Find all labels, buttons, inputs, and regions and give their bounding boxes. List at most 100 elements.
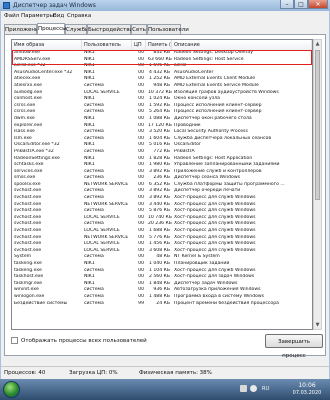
header-description[interactable]: Описание [172,40,312,50]
cell-description: Диспетчер очереди печати [174,188,241,194]
cell-image-name: Бездействие системы [14,300,68,306]
table-row[interactable]: csrss.exe система 00 5 264 КБ Процесс исполн… [12,109,312,116]
cell-description: Проводник [174,122,201,128]
cell-memory: 24 КБ [156,300,170,306]
process-list[interactable]: Имя образа Пользователь ЦП Память (... О… [11,39,313,330]
table-row[interactable]: AsusAudioCenter.exe *32 NIK1 00 4 432 КБ Asu… [12,70,312,77]
table-row[interactable]: RadeonSettings.exe NIK1 00 1 828 КБ Radeon S… [12,156,312,163]
tab-performance[interactable]: Быстродействие [87,24,136,34]
table-row[interactable]: audiodg.exe LOCAL SERVICE 00 10 372 КБ Изоля… [12,90,312,97]
minimize-button[interactable]: – [280,0,294,9]
table-row[interactable]: Бездействие системы система 99 24 КБ Процент… [12,301,312,308]
show-all-users-checkbox[interactable] [11,337,18,344]
table-row[interactable]: taskmgr.exe NIK1 00 1 848 КБ Диспетчер задач… [12,281,312,288]
menu-view[interactable]: Вид [53,11,64,21]
scroll-down-icon[interactable]: ▼ [314,321,321,329]
cell-description: Radeon Settings: Desktop Overlay [174,50,253,55]
table-row[interactable]: atiecex.exe NIK1 00 1 252 КБ AMD External Ev… [12,76,312,83]
volume-icon[interactable] [250,385,257,392]
cell-description: Хост-процесс для задач Windows [174,274,255,280]
cell-description: Процент времени бездействия процессора [174,300,279,306]
table-row[interactable]: OscarEditor.exe *32 NIK1 00 5 016 КБ OscarEd… [12,142,312,149]
table-row[interactable]: spoolsv.exe NETWORK SERVICE 00 6 352 КБ Служ… [12,182,312,189]
cell-cpu: 00 [138,56,144,62]
cell-memory: 1 688 КБ [148,228,170,234]
menu-options[interactable]: Параметры [21,11,54,21]
network-icon[interactable] [240,385,247,392]
table-row[interactable]: PnkBstrA.exe *32 система 00 772 КБ PnkBstrA [12,149,312,156]
cell-cpu: 00 [138,76,144,82]
cell-description: Хост-процесс для служб Windows [174,267,256,273]
table-row[interactable]: amdow.exe NIK1 00 832 КБ Radeon Settings: De… [12,50,312,57]
table-row[interactable]: svchost.exe NETWORK SERVICE 00 5 776 КБ Хост… [12,235,312,242]
menu-file[interactable]: Файл [4,11,19,21]
scroll-up-icon[interactable]: ▲ [314,40,321,48]
table-row[interactable]: wininit.exe система 00 936 КБ Автозагрузка п… [12,287,312,294]
tab-network[interactable]: Сеть [131,24,147,34]
cell-memory: 1 488 КБ [148,293,170,299]
table-row[interactable]: svchost.exe система 00 3 892 КБ Диспетчер оч… [12,188,312,195]
close-button[interactable]: ✕ [308,0,328,9]
table-row[interactable]: svchost.exe LOCAL SERVICE 00 1 688 КБ Хост-п… [12,228,312,235]
table-row[interactable]: svchost.exe система 00 3 892 КБ Хост-процесс… [12,195,312,202]
maximize-button[interactable]: □ [294,0,308,9]
cell-image-name: taskmgr.exe [14,280,43,286]
table-row[interactable]: asHsl.exe *32 NIK1 00 1 596 КБ asHsl [12,63,312,70]
table-row[interactable]: lsm.exe система 00 1 604 КБ Служба диспетчер… [12,136,312,143]
clock[interactable]: 10:06 07.03.2020 [288,382,326,397]
cell-cpu: 00 [138,241,144,247]
cell-image-name: AsusAudioCenter.exe *32 [14,69,73,75]
table-row[interactable]: svchost.exe система 00 20 236 КБ Хост-процес… [12,221,312,228]
table-row[interactable]: schtasks.exe NIK1 00 1 980 КБ Управление зап… [12,162,312,169]
cell-image-name: wininit.exe [14,287,39,293]
table-row[interactable]: svchost.exe LOCAL SERVICE 00 3 608 КБ Хост-п… [12,248,312,255]
start-button[interactable] [3,381,20,398]
scroll-thumb[interactable] [315,50,320,200]
title-bar[interactable]: Диспетчер задач Windows – □ ✕ [0,0,330,11]
cell-image-name: svchost.exe [14,188,42,194]
table-row[interactable]: lsass.exe система 00 3 520 КБ Local Security… [12,129,312,136]
table-row[interactable]: smss.exe система 00 236 КБ Диспетчер сеанса … [12,175,312,182]
table-row[interactable]: conhost.exe NIK1 00 1 024 КБ Окно консоли уз… [12,96,312,103]
client-area: Приложения Процессы Службы Быстродействи… [1,21,329,366]
tab-applications[interactable]: Приложения [4,24,42,34]
header-cpu[interactable]: ЦП [132,40,146,50]
cell-user: система [84,300,104,306]
table-row[interactable]: taskeng.exe система 00 1 104 КБ Хост-процесс… [12,268,312,275]
table-row[interactable]: explorer.exe NIK1 00 17 120 КБ Проводник [12,123,312,130]
cell-memory: 48 КБ [156,254,170,260]
language-indicator[interactable]: RU [262,379,269,400]
table-row[interactable]: svchost.exe LOCAL SERVICE 00 10 740 КБ Хост-… [12,215,312,222]
table-row[interactable]: services.exe система 00 3 892 КБ Приложение … [12,169,312,176]
tab-processes[interactable]: Процессы [37,23,67,34]
end-process-button[interactable]: Завершить процесс [265,334,323,359]
table-row[interactable]: dwm.exe NIK1 00 1 088 КБ Диспетчер окон рабо… [12,116,312,123]
table-row[interactable]: csrss.exe система 00 1 592 КБ Процесс исполн… [12,103,312,110]
tab-services[interactable]: Службы [65,24,89,34]
table-row[interactable]: svchost.exe NETWORK SERVICE 00 3 440 КБ Хост… [12,202,312,209]
cell-image-name: svchost.exe [14,208,42,214]
cell-cpu: 00 [138,214,144,220]
cell-image-name: asHsl.exe *32 [14,63,46,69]
clock-time: 10:06 [298,382,316,389]
window-title: Диспетчер задач Windows [13,2,96,9]
header-image-name[interactable]: Имя образа [12,40,82,50]
table-row[interactable]: svchost.exe система 00 5 876 КБ Хост-процесс… [12,208,312,215]
table-row[interactable]: System система 00 48 КБ NT Kernel & System [12,254,312,261]
table-row[interactable]: svchost.exe LOCAL SERVICE 00 1 456 КБ Хост-п… [12,241,312,248]
header-memory[interactable]: Память (... [146,40,172,50]
cell-memory: 6 352 КБ [148,181,170,187]
cell-description: Local Security Authority Process [174,129,248,135]
table-row[interactable]: atiesrxx.exe система 00 948 КБ AMD External … [12,83,312,90]
cell-memory: 20 236 КБ [148,221,172,227]
tab-users[interactable]: Пользователи [147,24,189,34]
table-row[interactable]: taskhost.exe NIK1 00 2 560 КБ Хост-процесс д… [12,274,312,281]
table-row[interactable]: taskeng.exe NIK1 00 1 040 КБ Планировщик зад… [12,261,312,268]
vertical-scrollbar[interactable]: ▲ ▼ [313,39,322,330]
cell-image-name: PnkBstrA.exe *32 [14,148,54,154]
menu-help[interactable]: Справка [67,11,91,21]
header-user[interactable]: Пользователь [82,40,132,50]
table-row[interactable]: AMDRSServ.exe NIK1 00 63 660 КБ Radeon Setti… [12,57,312,64]
show-all-users-label: Отображать процессы всех пользователей [21,338,147,344]
table-row[interactable]: winlogon.exe система 00 1 488 КБ Программа в… [12,294,312,301]
